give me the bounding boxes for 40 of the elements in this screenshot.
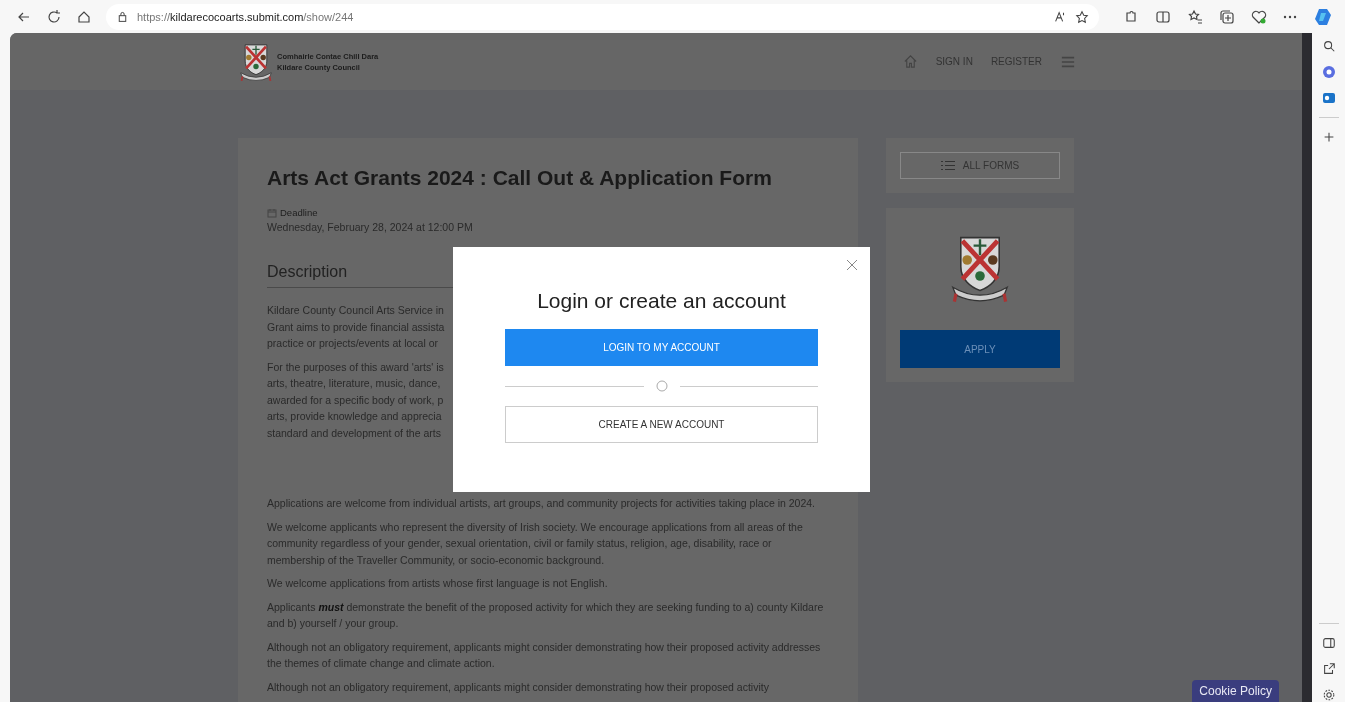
refresh-icon[interactable]: [46, 8, 62, 25]
address-bar[interactable]: https://kildarecocoarts.submit.com/show/244: [106, 3, 1099, 30]
login-button[interactable]: LOGIN TO MY ACCOUNT: [505, 329, 818, 366]
paragraph-line: Grant aims to provide financial assista: [267, 319, 445, 335]
extensions-icon[interactable]: [1123, 8, 1139, 25]
favorite-star-icon[interactable]: [1075, 9, 1089, 24]
scrollbar[interactable]: [1302, 33, 1312, 702]
external-link-icon[interactable]: [1321, 662, 1336, 676]
more-menu-icon[interactable]: [1283, 14, 1297, 19]
apply-button[interactable]: APPLY: [900, 330, 1060, 368]
paragraph: Although not an obligatory requirement, applicants might consider demonstrating how their proposed activity: [267, 679, 770, 695]
browser-essentials-icon[interactable]: [1251, 8, 1267, 25]
create-account-button[interactable]: CREATE A NEW ACCOUNT: [505, 406, 818, 443]
paragraph-line: standard and development of the arts: [267, 425, 441, 441]
list-icon: [940, 160, 955, 171]
copilot-logo-icon[interactable]: [1313, 6, 1333, 27]
url-text: https://kildarecocoarts.submit.com/show/244: [137, 10, 354, 23]
favorites-icon[interactable]: [1187, 8, 1203, 25]
paragraph-line: arts, theatre, literature, music, dance,: [267, 376, 441, 391]
divider-circle-icon: [655, 380, 668, 392]
sidebar-panel-icon[interactable]: [1321, 636, 1336, 650]
settings-icon[interactable]: [1321, 688, 1336, 702]
split-screen-icon[interactable]: [1155, 8, 1171, 25]
form-title: Arts Act Grants 2024 : Call Out & Application Form: [267, 166, 773, 190]
deadline-label: Deadline: [280, 207, 318, 218]
council-crest-logo: [238, 41, 274, 82]
cookie-policy-button[interactable]: Cookie Policy: [1192, 680, 1279, 702]
lock-icon[interactable]: [116, 10, 129, 23]
paragraph-line: arts, provide knowledge and apprecia: [267, 409, 442, 424]
close-icon[interactable]: [846, 259, 858, 271]
paragraph: We welcome applications from artists whose first language is not English.: [267, 576, 609, 591]
circle-logo-icon[interactable]: [1321, 65, 1336, 79]
paragraph-line: For the purposes of this award 'arts' is: [267, 359, 444, 375]
dialog-title: Login or create an account: [536, 289, 787, 313]
calendar-icon: [267, 207, 277, 218]
paragraph: Although not an obligatory requirement, applicants might consider demonstrating how their proposed activity addresses the themes of climate change and climate action.: [267, 639, 822, 671]
search-icon[interactable]: [1321, 39, 1336, 53]
collections-icon[interactable]: [1219, 8, 1235, 25]
read-aloud-icon[interactable]: [1053, 9, 1067, 24]
deadline-date: Wednesday, February 28, 2024 at 12:00 PM: [267, 221, 474, 233]
